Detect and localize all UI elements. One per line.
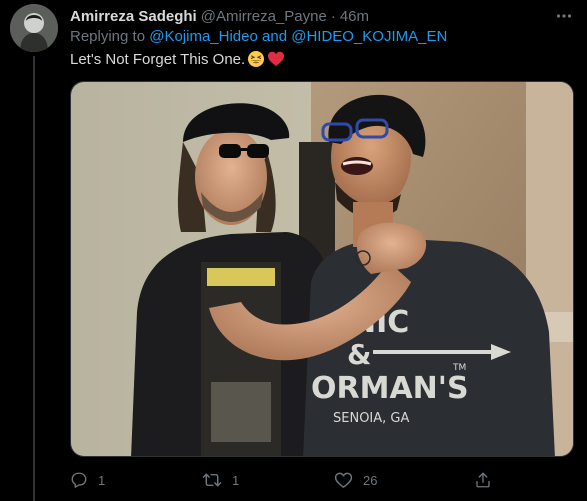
shirt-line-4: SENOIA, GA bbox=[333, 411, 409, 426]
share-icon[interactable] bbox=[474, 471, 492, 489]
retweet-button[interactable]: 1 bbox=[202, 468, 239, 492]
more-icon[interactable] bbox=[553, 6, 575, 26]
replying-joiner[interactable]: and bbox=[258, 28, 291, 45]
tweet-text: Let's Not Forget This One. bbox=[70, 50, 285, 68]
red-heart-emoji-icon bbox=[267, 50, 285, 68]
shirt-line-3: ORMAN'S bbox=[311, 371, 469, 406]
reply-count: 1 bbox=[98, 472, 106, 488]
reply-icon[interactable] bbox=[70, 471, 88, 489]
avatar[interactable] bbox=[10, 4, 58, 52]
like-button[interactable]: 26 bbox=[334, 468, 377, 492]
display-name[interactable]: Amirreza Sadeghi bbox=[70, 8, 197, 25]
replying-prefix: Replying to bbox=[70, 28, 150, 45]
tweet-header: Amirreza Sadeghi @Amirreza_Payne · 46m bbox=[70, 6, 575, 26]
shirt-tm: TM bbox=[452, 363, 466, 373]
retweet-count: 1 bbox=[232, 472, 240, 488]
retweet-icon[interactable] bbox=[202, 471, 222, 489]
mention-kojima-hideo[interactable]: @Kojima_Hideo bbox=[149, 28, 258, 45]
grinning-squinting-face-emoji-icon bbox=[247, 50, 265, 68]
like-count: 26 bbox=[363, 472, 378, 488]
action-bar: 1 1 26 bbox=[70, 468, 510, 492]
tweet-photo[interactable]: NIC & ORMAN'S TM SENOIA, GA bbox=[70, 81, 574, 457]
shirt-line-2: & bbox=[347, 338, 371, 371]
mention-hideo-kojima-en[interactable]: @HIDEO_KOJIMA_EN bbox=[291, 28, 447, 45]
thread-line bbox=[33, 56, 35, 501]
replying-to: Replying to @Kojima_Hideo and @HIDEO_KOJ… bbox=[70, 28, 447, 45]
tweet[interactable]: Amirreza Sadeghi @Amirreza_Payne · 46m R… bbox=[0, 0, 587, 501]
separator-dot: · bbox=[330, 7, 336, 25]
tweet-body: Let's Not Forget This One. bbox=[70, 50, 246, 68]
user-handle[interactable]: @Amirreza_Payne bbox=[201, 8, 327, 25]
like-icon[interactable] bbox=[334, 471, 353, 489]
timestamp[interactable]: 46m bbox=[340, 8, 369, 25]
share-button[interactable] bbox=[474, 468, 492, 492]
reply-button[interactable]: 1 bbox=[70, 468, 105, 492]
